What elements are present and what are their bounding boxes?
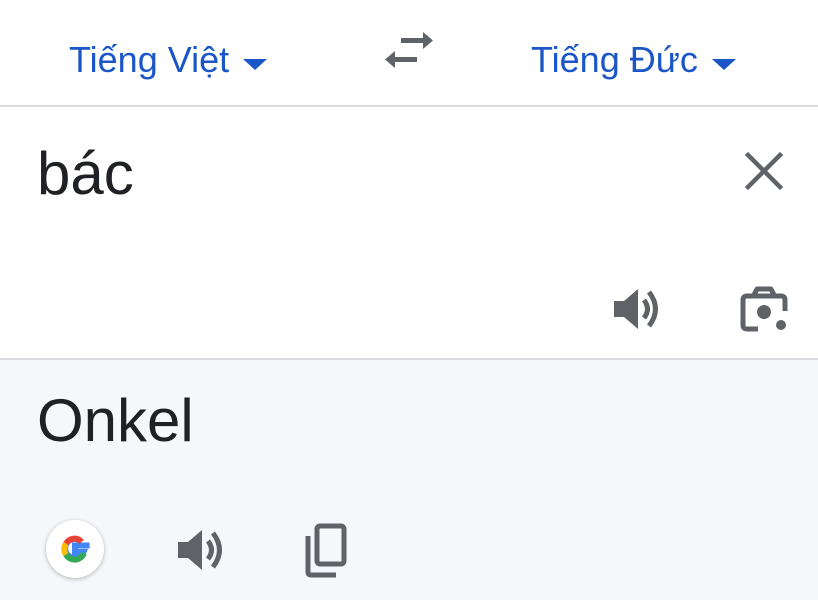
dropdown-caret-icon <box>243 58 268 70</box>
source-language-selector[interactable]: Tiếng Việt <box>69 36 268 84</box>
target-language-label: Tiếng Đức <box>531 39 698 80</box>
google-logo-icon <box>61 535 90 563</box>
target-language-selector[interactable]: Tiếng Đức <box>531 36 736 84</box>
copy-button[interactable] <box>298 520 352 580</box>
language-bar: Tiếng Việt Tiếng Đức <box>0 0 818 107</box>
output-speaker-button[interactable] <box>174 524 228 576</box>
dropdown-caret-icon <box>711 58 736 70</box>
clear-input-button[interactable] <box>738 145 790 197</box>
source-language-label: Tiếng Việt <box>69 39 230 80</box>
source-text-area[interactable]: bác <box>0 107 818 358</box>
source-text[interactable]: bác <box>37 139 134 208</box>
camera-translate-button[interactable] <box>738 283 790 335</box>
swap-languages-button[interactable] <box>383 30 435 74</box>
translated-text: Onkel <box>37 387 194 454</box>
google-search-button[interactable] <box>46 520 104 578</box>
source-speaker-button[interactable] <box>610 283 664 335</box>
translation-area: Onkel <box>0 360 818 600</box>
